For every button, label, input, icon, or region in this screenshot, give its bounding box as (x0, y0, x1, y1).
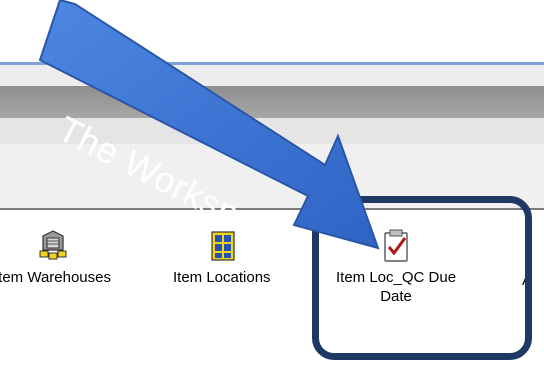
workspace-item-label: Item Warehouses (0, 269, 111, 286)
window-top-area (0, 0, 544, 62)
workspace-item-label: Item Locations (173, 269, 271, 286)
workspace-highlight-frame (312, 196, 532, 360)
warehouse-icon (39, 230, 66, 260)
workspace-item-warehouses[interactable]: Item Warehouses (0, 228, 111, 287)
